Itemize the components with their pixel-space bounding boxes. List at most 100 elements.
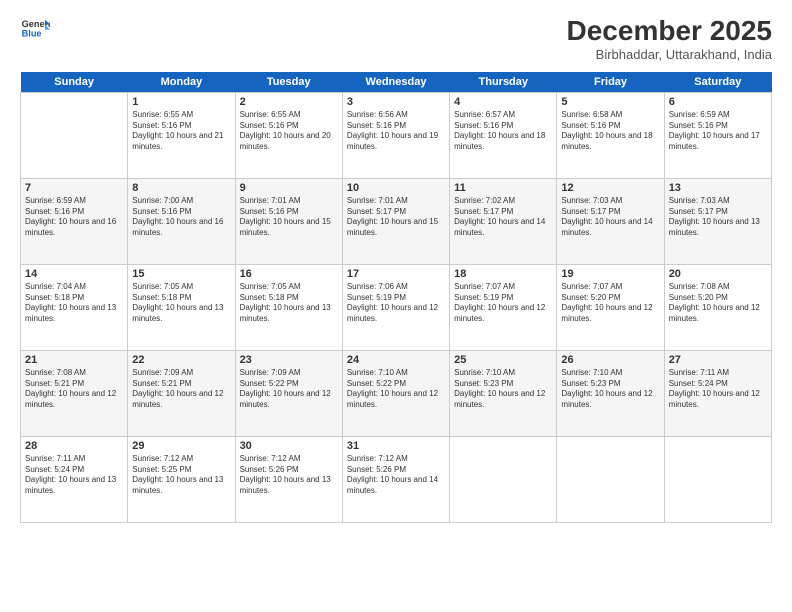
col-tuesday: Tuesday: [235, 72, 342, 93]
date-number: 25: [454, 354, 552, 366]
week-row-1: 1 Sunrise: 6:55 AM Sunset: 5:16 PM Dayli…: [21, 92, 772, 178]
table-row: 9 Sunrise: 7:01 AM Sunset: 5:16 PM Dayli…: [235, 178, 342, 264]
date-number: 6: [669, 96, 767, 108]
sunset-label: Sunset: 5:16 PM: [347, 121, 406, 130]
cell-info: Sunrise: 7:11 AM Sunset: 5:24 PM Dayligh…: [669, 368, 767, 411]
sunrise-label: Sunrise: 6:59 AM: [669, 110, 730, 119]
cell-info: Sunrise: 6:55 AM Sunset: 5:16 PM Dayligh…: [240, 110, 338, 153]
sunset-label: Sunset: 5:24 PM: [669, 379, 728, 388]
daylight-label: Daylight: 10 hours and 12 minutes.: [347, 303, 438, 323]
sunset-label: Sunset: 5:18 PM: [132, 293, 191, 302]
table-row: 24 Sunrise: 7:10 AM Sunset: 5:22 PM Dayl…: [342, 350, 449, 436]
table-row: 14 Sunrise: 7:04 AM Sunset: 5:18 PM Dayl…: [21, 264, 128, 350]
cell-info: Sunrise: 6:57 AM Sunset: 5:16 PM Dayligh…: [454, 110, 552, 153]
sunrise-label: Sunrise: 6:59 AM: [25, 196, 86, 205]
table-row: 10 Sunrise: 7:01 AM Sunset: 5:17 PM Dayl…: [342, 178, 449, 264]
daylight-label: Daylight: 10 hours and 12 minutes.: [454, 389, 545, 409]
table-row: 27 Sunrise: 7:11 AM Sunset: 5:24 PM Dayl…: [664, 350, 771, 436]
sunset-label: Sunset: 5:16 PM: [132, 207, 191, 216]
sunset-label: Sunset: 5:17 PM: [669, 207, 728, 216]
sunset-label: Sunset: 5:24 PM: [25, 465, 84, 474]
cell-info: Sunrise: 7:10 AM Sunset: 5:23 PM Dayligh…: [454, 368, 552, 411]
sunset-label: Sunset: 5:16 PM: [25, 207, 84, 216]
sunset-label: Sunset: 5:16 PM: [669, 121, 728, 130]
daylight-label: Daylight: 10 hours and 14 minutes.: [347, 475, 438, 495]
table-row: 17 Sunrise: 7:06 AM Sunset: 5:19 PM Dayl…: [342, 264, 449, 350]
table-row: 7 Sunrise: 6:59 AM Sunset: 5:16 PM Dayli…: [21, 178, 128, 264]
date-number: 23: [240, 354, 338, 366]
date-number: 9: [240, 182, 338, 194]
daylight-label: Daylight: 10 hours and 13 minutes.: [25, 303, 116, 323]
sunset-label: Sunset: 5:17 PM: [454, 207, 513, 216]
sunset-label: Sunset: 5:18 PM: [25, 293, 84, 302]
sunrise-label: Sunrise: 7:07 AM: [561, 282, 622, 291]
sunrise-label: Sunrise: 7:11 AM: [25, 454, 85, 463]
sunset-label: Sunset: 5:26 PM: [347, 465, 406, 474]
week-row-2: 7 Sunrise: 6:59 AM Sunset: 5:16 PM Dayli…: [21, 178, 772, 264]
sunrise-label: Sunrise: 7:02 AM: [454, 196, 515, 205]
cell-info: Sunrise: 6:58 AM Sunset: 5:16 PM Dayligh…: [561, 110, 659, 153]
logo: General Blue: [20, 16, 50, 40]
cell-info: Sunrise: 7:08 AM Sunset: 5:21 PM Dayligh…: [25, 368, 123, 411]
header: General Blue December 2025 Birbhaddar, U…: [20, 16, 772, 62]
date-number: 31: [347, 440, 445, 452]
table-row: 22 Sunrise: 7:09 AM Sunset: 5:21 PM Dayl…: [128, 350, 235, 436]
sunset-label: Sunset: 5:25 PM: [132, 465, 191, 474]
cell-info: Sunrise: 7:12 AM Sunset: 5:26 PM Dayligh…: [240, 454, 338, 497]
daylight-label: Daylight: 10 hours and 13 minutes.: [669, 217, 760, 237]
table-row: 8 Sunrise: 7:00 AM Sunset: 5:16 PM Dayli…: [128, 178, 235, 264]
week-row-4: 21 Sunrise: 7:08 AM Sunset: 5:21 PM Dayl…: [21, 350, 772, 436]
daylight-label: Daylight: 10 hours and 12 minutes.: [454, 303, 545, 323]
sunrise-label: Sunrise: 7:10 AM: [454, 368, 515, 377]
sunset-label: Sunset: 5:22 PM: [347, 379, 406, 388]
date-number: 11: [454, 182, 552, 194]
sunset-label: Sunset: 5:19 PM: [454, 293, 513, 302]
table-row: 21 Sunrise: 7:08 AM Sunset: 5:21 PM Dayl…: [21, 350, 128, 436]
daylight-label: Daylight: 10 hours and 12 minutes.: [25, 389, 116, 409]
sunset-label: Sunset: 5:21 PM: [132, 379, 191, 388]
daylight-label: Daylight: 10 hours and 14 minutes.: [454, 217, 545, 237]
daylight-label: Daylight: 10 hours and 14 minutes.: [561, 217, 652, 237]
daylight-label: Daylight: 10 hours and 13 minutes.: [240, 475, 331, 495]
cell-info: Sunrise: 7:05 AM Sunset: 5:18 PM Dayligh…: [240, 282, 338, 325]
sunset-label: Sunset: 5:26 PM: [240, 465, 299, 474]
daylight-label: Daylight: 10 hours and 20 minutes.: [240, 131, 331, 151]
date-number: 29: [132, 440, 230, 452]
date-number: 15: [132, 268, 230, 280]
cell-info: Sunrise: 7:10 AM Sunset: 5:23 PM Dayligh…: [561, 368, 659, 411]
sunrise-label: Sunrise: 7:09 AM: [240, 368, 301, 377]
date-number: 30: [240, 440, 338, 452]
sunrise-label: Sunrise: 7:11 AM: [669, 368, 729, 377]
cell-info: Sunrise: 7:12 AM Sunset: 5:25 PM Dayligh…: [132, 454, 230, 497]
location-subtitle: Birbhaddar, Uttarakhand, India: [567, 47, 772, 62]
sunset-label: Sunset: 5:20 PM: [669, 293, 728, 302]
sunrise-label: Sunrise: 7:09 AM: [132, 368, 193, 377]
date-number: 13: [669, 182, 767, 194]
table-row: 18 Sunrise: 7:07 AM Sunset: 5:19 PM Dayl…: [450, 264, 557, 350]
daylight-label: Daylight: 10 hours and 13 minutes.: [25, 475, 116, 495]
cell-info: Sunrise: 7:06 AM Sunset: 5:19 PM Dayligh…: [347, 282, 445, 325]
cell-info: Sunrise: 7:07 AM Sunset: 5:19 PM Dayligh…: [454, 282, 552, 325]
sunrise-label: Sunrise: 7:04 AM: [25, 282, 86, 291]
sunrise-label: Sunrise: 7:05 AM: [132, 282, 193, 291]
table-row: 13 Sunrise: 7:03 AM Sunset: 5:17 PM Dayl…: [664, 178, 771, 264]
cell-info: Sunrise: 7:09 AM Sunset: 5:21 PM Dayligh…: [132, 368, 230, 411]
daylight-label: Daylight: 10 hours and 12 minutes.: [561, 389, 652, 409]
daylight-label: Daylight: 10 hours and 15 minutes.: [347, 217, 438, 237]
sunrise-label: Sunrise: 6:55 AM: [240, 110, 301, 119]
cell-info: Sunrise: 6:55 AM Sunset: 5:16 PM Dayligh…: [132, 110, 230, 153]
title-block: December 2025 Birbhaddar, Uttarakhand, I…: [567, 16, 772, 62]
table-row: 16 Sunrise: 7:05 AM Sunset: 5:18 PM Dayl…: [235, 264, 342, 350]
cell-info: Sunrise: 7:12 AM Sunset: 5:26 PM Dayligh…: [347, 454, 445, 497]
cell-info: Sunrise: 7:08 AM Sunset: 5:20 PM Dayligh…: [669, 282, 767, 325]
cell-info: Sunrise: 7:07 AM Sunset: 5:20 PM Dayligh…: [561, 282, 659, 325]
table-row: 23 Sunrise: 7:09 AM Sunset: 5:22 PM Dayl…: [235, 350, 342, 436]
cell-info: Sunrise: 6:56 AM Sunset: 5:16 PM Dayligh…: [347, 110, 445, 153]
sunset-label: Sunset: 5:18 PM: [240, 293, 299, 302]
date-number: 18: [454, 268, 552, 280]
sunrise-label: Sunrise: 7:07 AM: [454, 282, 515, 291]
col-wednesday: Wednesday: [342, 72, 449, 93]
daylight-label: Daylight: 10 hours and 13 minutes.: [132, 303, 223, 323]
svg-text:Blue: Blue: [22, 28, 42, 38]
sunset-label: Sunset: 5:21 PM: [25, 379, 84, 388]
